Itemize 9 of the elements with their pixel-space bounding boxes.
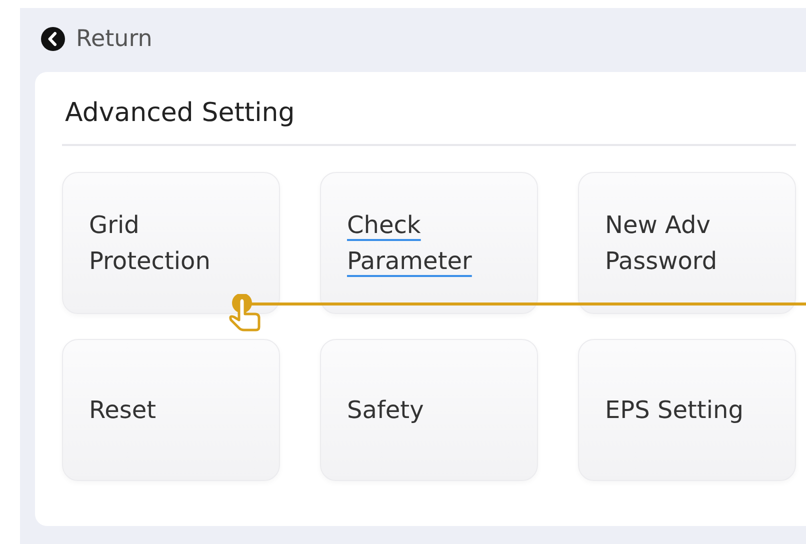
panel-title: Advanced Setting [64, 98, 296, 128]
setting-tile[interactable]: Check Parameter [320, 172, 538, 314]
setting-tile[interactable]: New Adv Password [578, 172, 796, 314]
setting-tile[interactable]: EPS Setting [578, 339, 796, 481]
return-button[interactable]: Return [35, 26, 152, 52]
back-icon [41, 27, 65, 51]
setting-tile[interactable]: Safety [320, 339, 538, 481]
setting-tile[interactable]: Grid Protection [62, 172, 280, 314]
setting-tile[interactable]: Reset [62, 339, 280, 481]
